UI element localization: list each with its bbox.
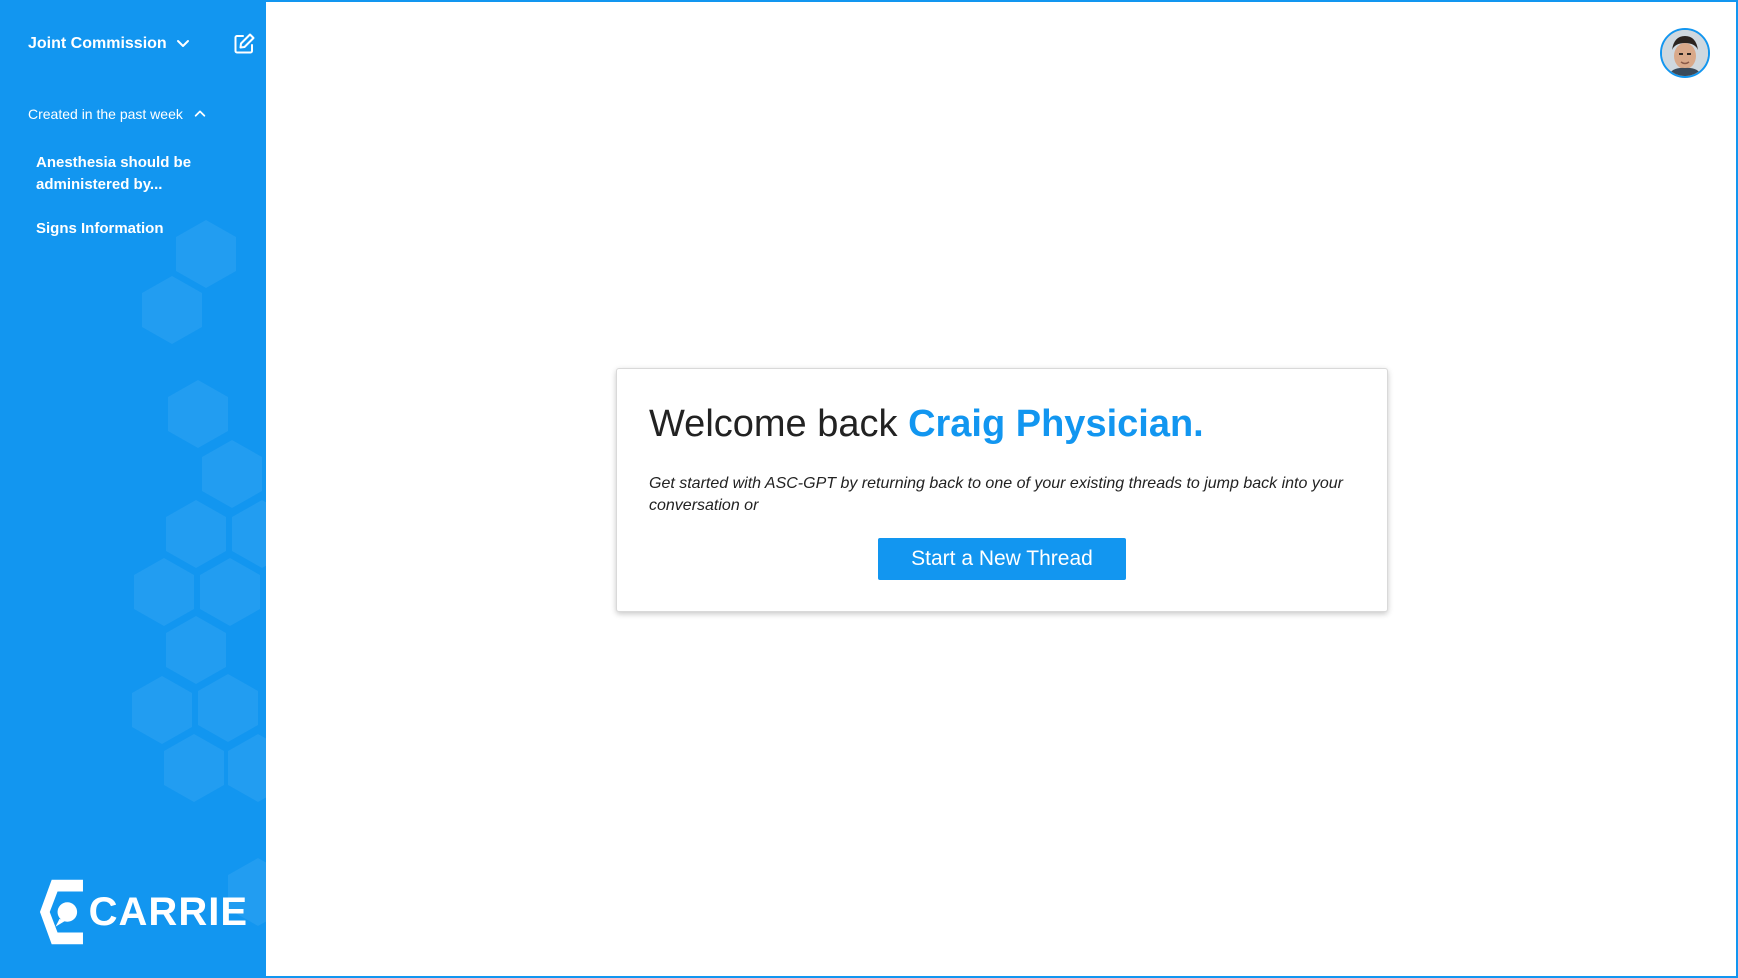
chevron-up-icon — [194, 110, 206, 117]
welcome-card: Welcome back Craig Physician. Get starte… — [616, 368, 1388, 612]
chevron-down-icon — [176, 40, 189, 47]
thread-item[interactable]: Signs Information — [36, 218, 246, 240]
section-toggle-past-week[interactable]: Created in the past week — [28, 102, 207, 126]
workspace-name: Joint Commission — [28, 35, 167, 52]
hexagon-pattern-background — [132, 220, 266, 926]
workspace-switcher[interactable]: Joint Commission — [28, 30, 191, 58]
thread-list: Anesthesia should be administered by... … — [36, 152, 246, 262]
logo-text: CARRIE — [88, 889, 248, 934]
user-name: Craig Physician. — [908, 403, 1204, 445]
sidebar: Joint Commission Created in the past wee… — [2, 2, 266, 976]
edit-note-icon[interactable] — [232, 32, 256, 56]
section-label: Created in the past week — [28, 106, 183, 122]
welcome-prefix: Welcome back — [649, 403, 909, 445]
welcome-description: Get started with ASC-GPT by returning ba… — [649, 475, 1343, 514]
app-window: Joint Commission Created in the past wee… — [0, 0, 1738, 978]
avatar-icon — [1662, 30, 1708, 76]
welcome-heading: Welcome back Craig Physician. — [649, 403, 1204, 446]
start-new-thread-button[interactable]: Start a New Thread — [878, 538, 1126, 580]
thread-item[interactable]: Anesthesia should be administered by... — [36, 152, 246, 196]
user-avatar[interactable] — [1660, 28, 1710, 78]
carrie-logo: CARRIE — [38, 876, 248, 948]
workspace-header: Joint Commission — [28, 30, 260, 58]
